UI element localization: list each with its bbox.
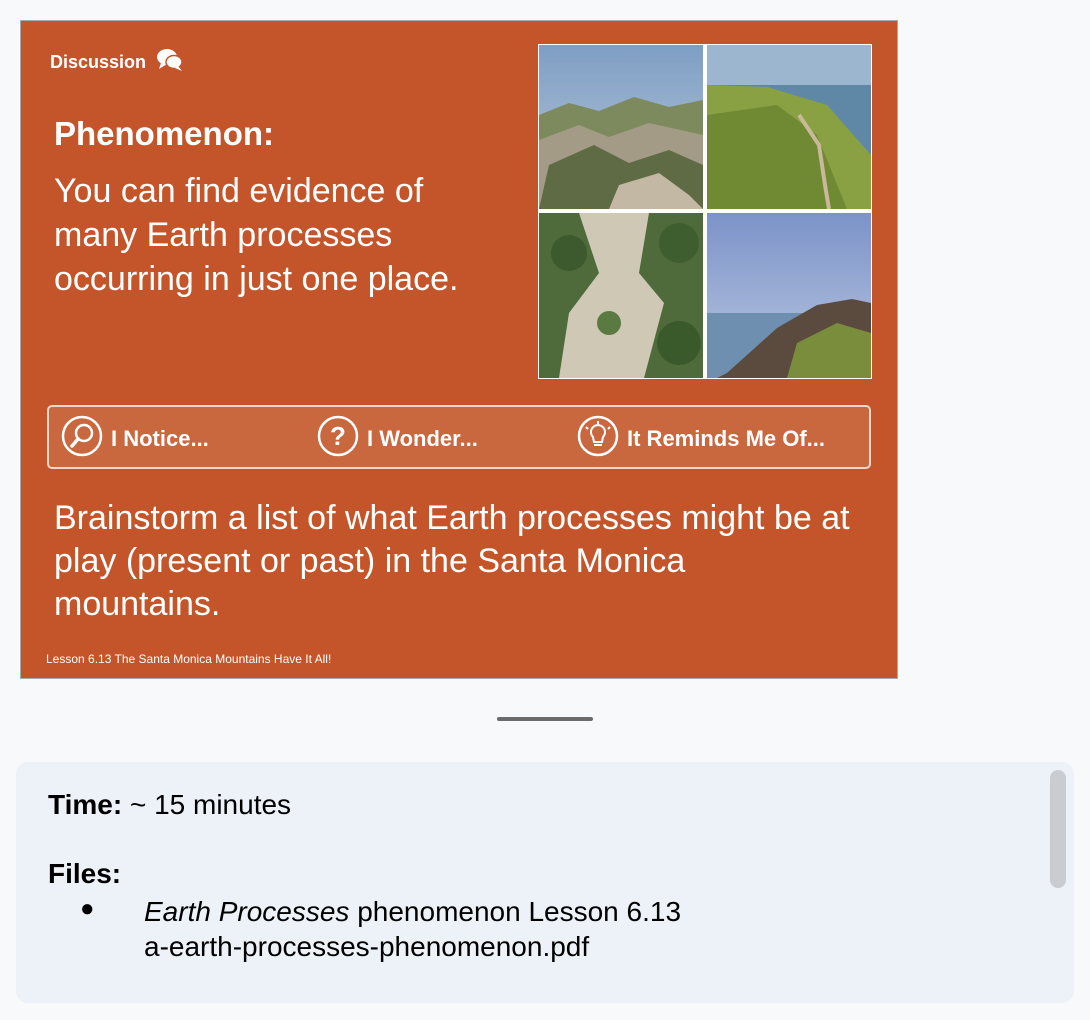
photo-grid: [538, 44, 872, 379]
file-title: Earth Processes phenomenon Lesson 6.13: [144, 894, 681, 929]
chat-bubbles-icon: [156, 47, 184, 78]
file-title-italic: Earth Processes: [144, 896, 350, 927]
lightbulb-icon: [577, 415, 619, 463]
time-line: Time: ~ 15 minutes: [48, 789, 291, 821]
time-value: ~ 15 minutes: [129, 789, 292, 820]
slide-footer: Lesson 6.13 The Santa Monica Mountains H…: [46, 652, 332, 666]
phenomenon-label: Phenomenon:: [54, 115, 274, 152]
slide-preview: Discussion Phenomenon: You can find evid…: [20, 20, 898, 679]
discussion-prompt-bar: I Notice... ? I Wonder... It Reminds Me …: [47, 405, 871, 469]
wonder-prompt: ? I Wonder...: [317, 415, 478, 463]
file-name: a-earth-processes-phenomenon.pdf: [144, 931, 590, 962]
notes-panel: Time: ~ 15 minutes Files: ● Earth Proces…: [16, 762, 1074, 1003]
time-label: Time:: [48, 789, 123, 820]
notes-scrollbar[interactable]: [1050, 770, 1066, 888]
notice-prompt: I Notice...: [61, 415, 209, 463]
bullet-marker: ●: [80, 895, 95, 922]
phenomenon-text: You can find evidence of many Earth proc…: [54, 172, 459, 298]
question-icon: ?: [317, 415, 359, 463]
photo-rocky-mountain-ridge: [539, 45, 703, 209]
photo-coastal-trail-ridge: [707, 45, 871, 209]
files-label: Files:: [48, 858, 122, 889]
photo-aerial-trail-clearing: [539, 213, 703, 378]
file-list-item: Earth Processes phenomenon Lesson 6.13 a…: [144, 894, 681, 964]
photo-coastal-mountains-sea: [707, 213, 871, 378]
reminds-label: It Reminds Me Of...: [627, 426, 826, 451]
reminds-prompt: It Reminds Me Of...: [577, 415, 826, 463]
wonder-label: I Wonder...: [367, 426, 478, 451]
magnifier-icon: [61, 415, 103, 463]
svg-text:?: ?: [330, 421, 346, 451]
resize-handle[interactable]: [497, 717, 593, 721]
discussion-label: Discussion: [50, 52, 147, 72]
notice-label: I Notice...: [111, 426, 209, 451]
discussion-header: Discussion: [50, 47, 184, 78]
file-title-rest: phenomenon Lesson 6.13: [357, 896, 682, 927]
brainstorm-text: Brainstorm a list of what Earth processe…: [54, 499, 850, 623]
